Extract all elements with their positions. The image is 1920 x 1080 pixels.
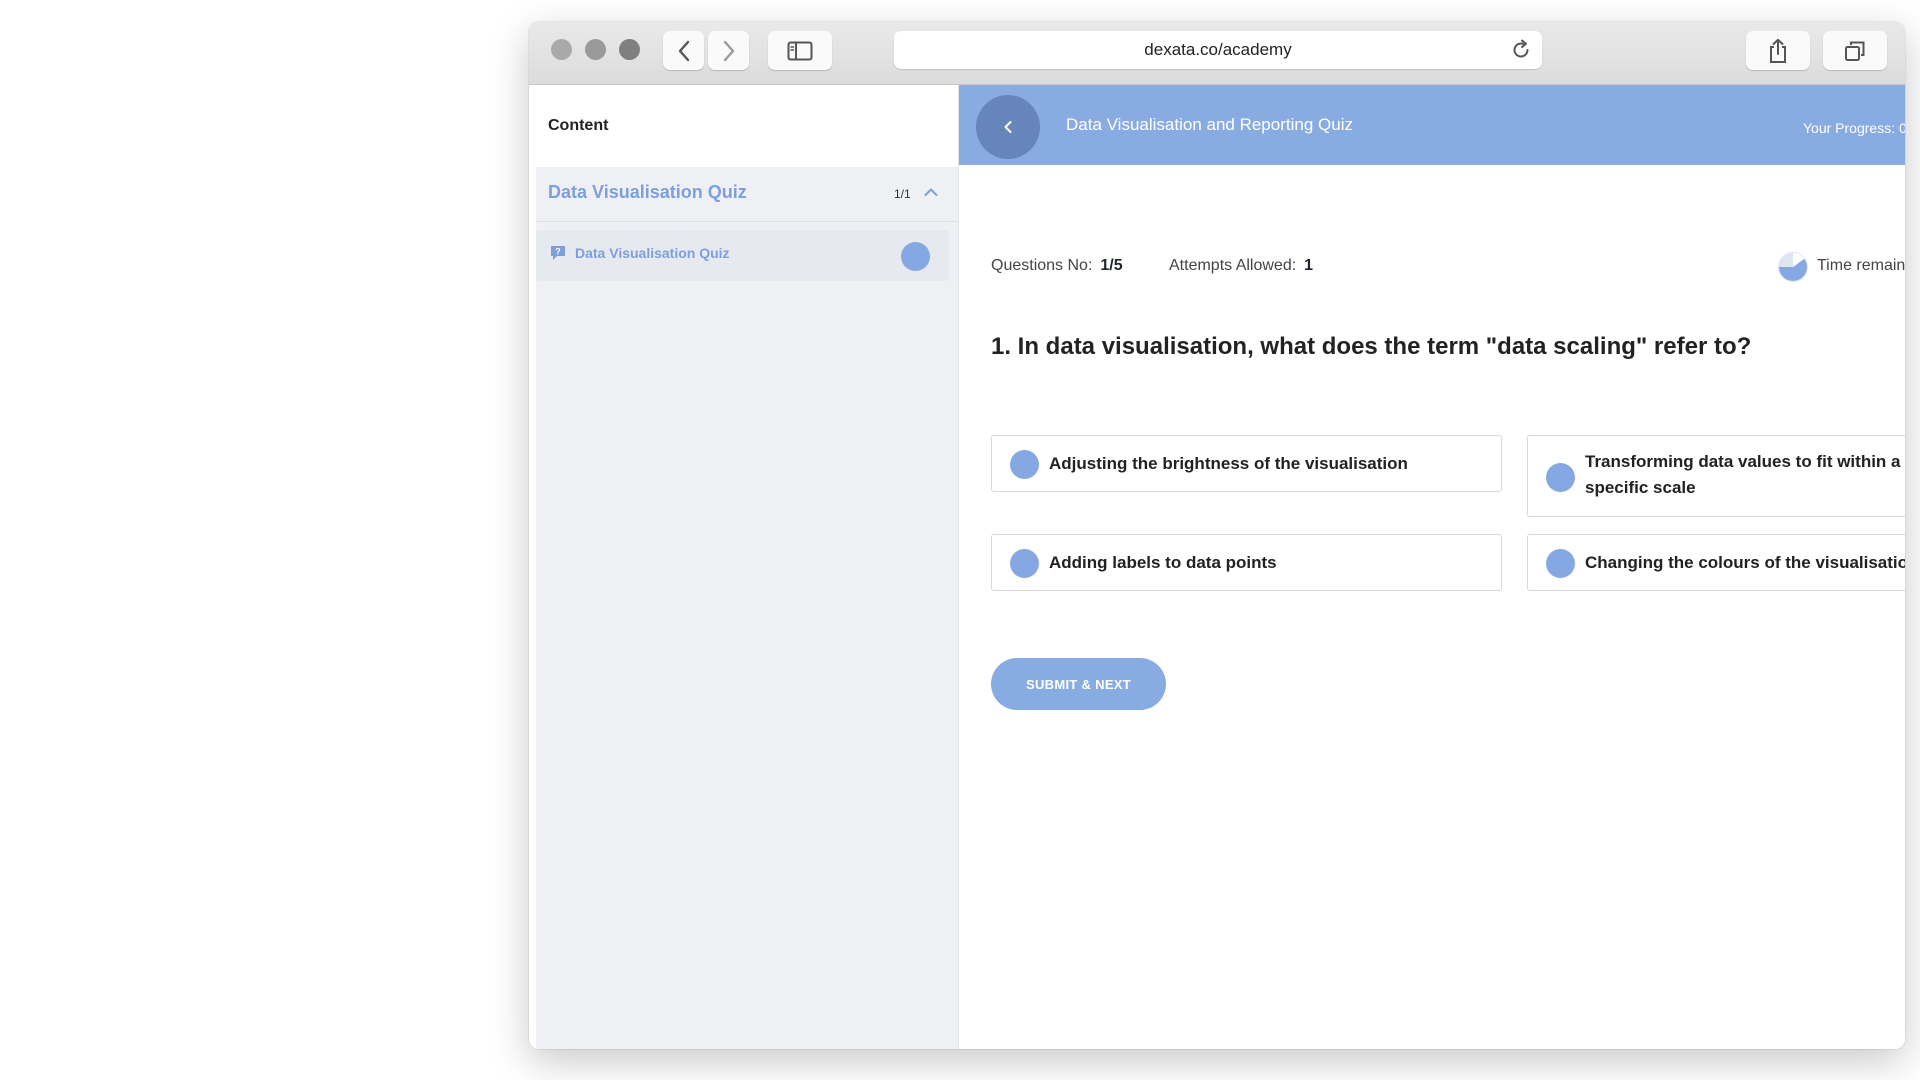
browser-window: dexata.co/academy Content Data Visualisa… (529, 22, 1905, 1049)
sidebar-title: Content (548, 117, 609, 134)
attempts-value: 1 (1304, 257, 1314, 274)
chevron-up-icon[interactable] (924, 187, 938, 197)
option-label: Adding labels to data points (1049, 553, 1277, 572)
chevron-left-icon (1004, 121, 1012, 133)
share-icon (1770, 38, 1786, 63)
share-button[interactable] (1746, 31, 1810, 70)
section-title: Data Visualisation Quiz (548, 182, 747, 202)
radio-button[interactable] (1546, 549, 1575, 578)
radio-button[interactable] (1010, 450, 1039, 479)
reload-icon[interactable] (1510, 39, 1532, 61)
course-sidebar: Content Data Visualisation Quiz 1/1 ? Da… (529, 85, 959, 1049)
questions-label: Questions No: (991, 257, 1093, 274)
answer-option-3[interactable]: Adding labels to data points (991, 534, 1502, 591)
quiz-main: Data Visualisation and Reporting Quiz Yo… (959, 85, 1905, 1049)
option-label: Transforming data values to fit within a… (1585, 452, 1901, 497)
chevron-left-icon (678, 40, 689, 61)
answer-option-4[interactable]: Changing the colours of the visualisatio… (1527, 534, 1905, 591)
option-label: Adjusting the brightness of the visualis… (1049, 454, 1408, 473)
answer-option-1[interactable]: Adjusting the brightness of the visualis… (991, 435, 1502, 492)
svg-text:?: ? (555, 247, 561, 257)
section-count: 1/1 (894, 187, 911, 201)
answer-option-2[interactable]: Transforming data values to fit within a… (1527, 435, 1905, 517)
forward-nav-button[interactable] (708, 31, 749, 70)
back-button[interactable] (976, 95, 1040, 159)
sidebar-item-label: Data Visualisation Quiz (575, 245, 730, 261)
submit-next-button[interactable]: SUBMIT & NEXT (991, 658, 1166, 710)
browser-toolbar: dexata.co/academy (529, 22, 1905, 85)
minimize-window-button[interactable] (585, 39, 606, 60)
progress-label: Your Progress: 0 (1803, 120, 1905, 136)
section-header[interactable]: Data Visualisation Quiz 1/1 (536, 167, 958, 222)
quiz-icon: ? (551, 246, 565, 260)
address-bar[interactable]: dexata.co/academy (894, 31, 1542, 69)
radio-button[interactable] (1010, 549, 1039, 578)
status-indicator (901, 242, 930, 271)
radio-button[interactable] (1546, 463, 1575, 492)
questions-value: 1/5 (1100, 257, 1123, 274)
tabs-icon (1845, 41, 1865, 61)
sidebar-icon (787, 41, 813, 60)
url-text: dexata.co/academy (1144, 40, 1292, 59)
attempts-label: Attempts Allowed: (1169, 257, 1297, 274)
sidebar-item-quiz[interactable]: ? Data Visualisation Quiz (536, 230, 949, 281)
chevron-right-icon (723, 40, 734, 61)
quiz-header-banner: Data Visualisation and Reporting Quiz Yo… (959, 85, 1905, 165)
question-text: 1. In data visualisation, what does the … (991, 333, 1752, 360)
tabs-overview-button[interactable] (1823, 31, 1887, 70)
sidebar-content-list: Data Visualisation Quiz 1/1 ? Data Visua… (536, 167, 958, 1049)
timer-icon (1779, 253, 1807, 281)
sidebar-toggle-button[interactable] (768, 31, 832, 70)
page-title: Data Visualisation and Reporting Quiz (1066, 115, 1353, 134)
back-nav-button[interactable] (663, 31, 704, 70)
close-window-button[interactable] (551, 39, 572, 60)
attempts-counter: Attempts Allowed: 1 (1169, 257, 1313, 275)
questions-counter: Questions No: 1/5 (991, 257, 1123, 275)
zoom-window-button[interactable] (619, 39, 640, 60)
time-remaining-label: Time remaining (1817, 257, 1905, 274)
option-label: Changing the colours of the visualisatio… (1585, 553, 1905, 572)
